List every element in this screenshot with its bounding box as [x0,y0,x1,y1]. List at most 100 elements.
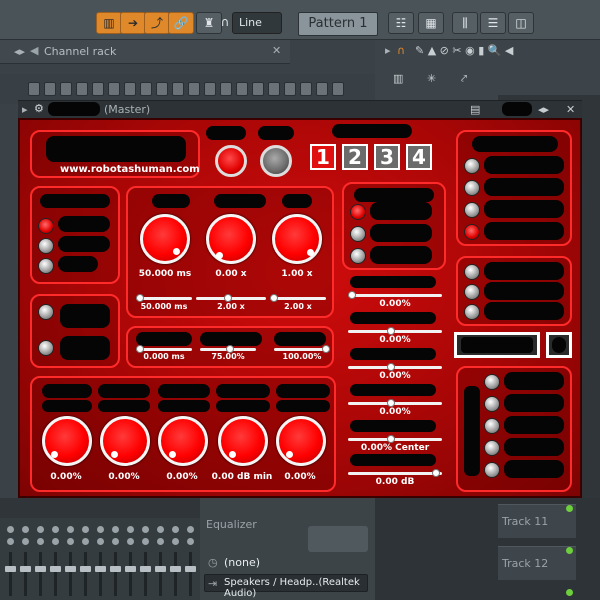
step-button[interactable] [204,82,216,96]
step-button[interactable] [92,82,104,96]
step-edit-icon[interactable]: ▥ [96,12,122,34]
slider-thumb[interactable] [386,399,395,407]
mixer-strip[interactable] [154,500,168,600]
mixer-strip[interactable] [4,500,18,600]
track-led[interactable] [566,589,573,596]
page-button-2[interactable]: 2 [342,144,368,170]
radio-button[interactable] [350,248,366,264]
mixer-strip[interactable] [184,500,198,600]
record-button[interactable] [215,145,247,177]
radio-button[interactable] [464,158,480,174]
knob[interactable] [272,214,322,264]
step-sequencer[interactable] [28,82,344,96]
radio-button[interactable] [38,304,54,320]
knob[interactable] [206,214,256,264]
radio-button[interactable] [484,440,500,456]
display-toggle[interactable] [546,332,572,358]
parameter-slider[interactable] [348,327,442,335]
step-button[interactable] [316,82,328,96]
mixer-strip[interactable] [94,500,108,600]
channel-rack-arrow-icon[interactable]: ◂▸ [14,45,25,58]
piano-icon[interactable]: ▥ [393,72,403,85]
radio-button[interactable] [38,218,54,234]
mix-slider[interactable] [274,345,330,353]
radio-button[interactable] [350,226,366,242]
radio-button[interactable] [350,204,366,220]
slider-thumb[interactable] [270,294,278,302]
gear-icon[interactable]: ⚙ [34,102,44,115]
mixer-icon[interactable]: ⫼ [452,12,478,34]
mixer-strip[interactable] [124,500,138,600]
step-button[interactable] [124,82,136,96]
radio-button[interactable] [484,462,500,478]
mixer-strip[interactable] [169,500,183,600]
knob[interactable] [100,416,150,466]
output-device-select[interactable]: Speakers / Headp..(Realtek Audio) [224,577,375,599]
clock-icon[interactable]: ◷ [208,556,218,569]
slider-thumb[interactable] [136,294,144,302]
mix-slider[interactable] [136,345,192,353]
slider-thumb[interactable] [386,435,395,443]
website-link[interactable]: www.robotashuman.com [60,164,200,175]
piano-roll-icon[interactable]: ▦ [418,12,444,34]
track-header[interactable]: Track 11 [498,504,576,538]
mixer-strip[interactable] [19,500,33,600]
step-button[interactable] [188,82,200,96]
slider-thumb[interactable] [386,327,395,335]
parameter-slider[interactable] [348,399,442,407]
timing-slider[interactable] [196,294,266,302]
mixer-strip[interactable] [34,500,48,600]
slider-thumb[interactable] [348,291,356,299]
parameter-slider[interactable] [348,363,442,371]
radio-button[interactable] [464,224,480,240]
step-button[interactable] [332,82,344,96]
mixer-strip[interactable] [109,500,123,600]
snap-mode-select[interactable]: Line [232,12,282,34]
slider-thumb[interactable] [223,294,232,302]
slide-icon[interactable]: ⤴ [144,12,170,34]
preset-nav-icon[interactable]: ◂▸ [538,103,549,116]
channel-rack-icon[interactable]: ☰ [480,12,506,34]
slider-thumb[interactable] [386,363,395,371]
step-button[interactable] [236,82,248,96]
step-button[interactable] [44,82,56,96]
step-button[interactable] [76,82,88,96]
mixer-strip[interactable] [139,500,153,600]
eq-knobs[interactable] [308,526,368,552]
radio-button[interactable] [38,340,54,356]
magnet-icon[interactable]: ∩ [218,12,232,34]
preset-select[interactable]: (none) [224,556,260,569]
radio-button[interactable] [464,304,480,320]
step-button[interactable] [108,82,120,96]
step-button[interactable] [140,82,152,96]
radio-button[interactable] [464,264,480,280]
step-button[interactable] [300,82,312,96]
timing-slider[interactable] [270,294,326,302]
page-button-1[interactable]: 1 [310,144,336,170]
radio-button[interactable] [464,180,480,196]
step-button[interactable] [28,82,40,96]
plugin-window-titlebar[interactable]: ▸ ⚙ (Master) ◂▸ ✕ ▤ [18,100,582,118]
parameter-slider[interactable] [348,469,442,477]
stop-button[interactable] [260,145,292,177]
parameter-slider[interactable] [348,291,442,299]
radio-button[interactable] [38,238,54,254]
parameter-slider[interactable] [348,435,442,443]
page-button-4[interactable]: 4 [406,144,432,170]
window-menu-icon[interactable]: ▤ [470,103,480,116]
knob[interactable] [218,416,268,466]
knob[interactable] [140,214,190,264]
knob[interactable] [276,416,326,466]
mix-slider[interactable] [200,345,256,353]
step-button[interactable] [172,82,184,96]
knob[interactable] [42,416,92,466]
track-led[interactable] [566,547,573,554]
pattern-selector[interactable]: Pattern 1 [298,12,378,36]
step-button[interactable] [268,82,280,96]
close-icon[interactable]: ✕ [272,44,281,57]
step-button[interactable] [252,82,264,96]
playlist-icon[interactable]: ☷ [388,12,414,34]
arrow-icon[interactable]: ▸ [22,103,28,116]
magnet-icon[interactable]: ∩ [397,44,405,57]
step-button[interactable] [156,82,168,96]
